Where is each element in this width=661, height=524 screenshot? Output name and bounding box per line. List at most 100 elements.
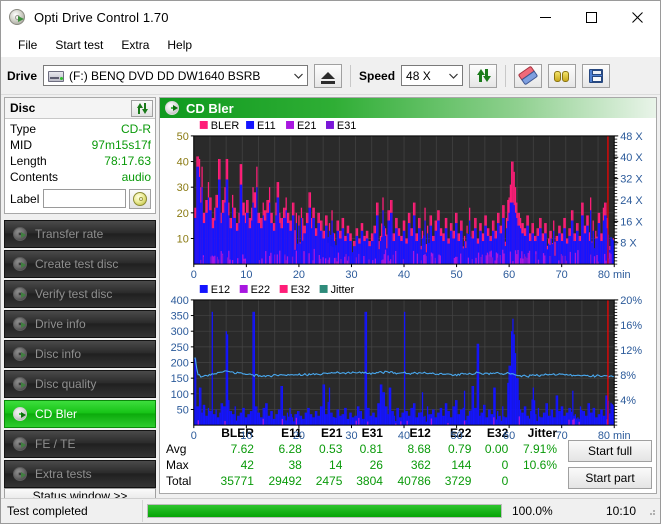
- stats-cell: 7.62: [211, 441, 259, 457]
- sidebar-item-cd-bler[interactable]: CD Bler: [4, 400, 156, 428]
- svg-text:30: 30: [345, 269, 357, 281]
- stats-cell: 3804: [347, 473, 388, 489]
- svg-text:70: 70: [556, 430, 568, 442]
- disc-row-key: Contents: [10, 170, 58, 184]
- disc-label-row: Label: [10, 188, 151, 209]
- binoculars-icon: [554, 69, 570, 83]
- disc-verify-icon: [12, 287, 29, 302]
- sidebar-item-verify-test-disc[interactable]: Verify test disc: [4, 280, 156, 308]
- minimize-icon[interactable]: [522, 1, 568, 33]
- cd-disc-icon: [133, 192, 147, 206]
- stats-row-label: Total: [164, 473, 211, 489]
- svg-text:300: 300: [171, 326, 189, 338]
- svg-text:48 X: 48 X: [620, 131, 643, 143]
- e12-jitter-chart[interactable]: E12E22E32Jitter501001502002503003504004%…: [162, 284, 654, 443]
- sidebar-item-disc-info[interactable]: Disc info: [4, 340, 156, 368]
- svg-text:80 min: 80 min: [598, 269, 631, 281]
- refresh-button[interactable]: [469, 64, 497, 88]
- sidebar-item-transfer-rate[interactable]: Transfer rate: [4, 220, 156, 248]
- menu-file[interactable]: File: [9, 35, 46, 55]
- close-icon[interactable]: [614, 1, 660, 33]
- toolbar-divider: [505, 65, 506, 87]
- chevron-down-icon: [445, 66, 462, 85]
- disc-label-input[interactable]: [43, 189, 126, 208]
- sidebar-item-label: FE / TE: [35, 437, 75, 451]
- stats-cell: 42: [211, 457, 259, 473]
- svg-text:10: 10: [240, 430, 252, 442]
- svg-text:60: 60: [503, 430, 515, 442]
- start-full-button[interactable]: Start full: [568, 440, 652, 462]
- sidebar-item-fe-te[interactable]: FE / TE: [4, 430, 156, 458]
- svg-text:20: 20: [293, 430, 305, 442]
- scan-button[interactable]: [548, 64, 576, 88]
- disc-row-value: 78:17.63: [104, 154, 151, 168]
- drive-select[interactable]: (F:) BENQ DVD DD DW1640 BSRB: [43, 65, 308, 86]
- chevron-down-icon: [290, 66, 307, 85]
- disc-panel-header: Disc: [5, 98, 155, 119]
- eject-button[interactable]: [314, 64, 342, 88]
- svg-text:30: 30: [345, 430, 357, 442]
- speed-select[interactable]: 48 X: [401, 65, 463, 86]
- disc-row-key: Length: [10, 154, 47, 168]
- svg-text:50: 50: [451, 269, 463, 281]
- svg-text:100: 100: [171, 389, 189, 401]
- disc-panel-rows: Type CD-R MID 97m15s17f Length 78:17.63 …: [5, 119, 155, 213]
- disc-panel: Disc Type CD-R: [4, 97, 156, 214]
- progress-bar: [147, 504, 502, 518]
- app-body: Disc Type CD-R: [1, 95, 660, 498]
- stats-cell: 144: [436, 457, 477, 473]
- sidebar-item-create-test-disc[interactable]: Create test disc: [4, 250, 156, 278]
- bler-chart[interactable]: BLERE11E21E3110203040508 X16 X24 X32 X40…: [162, 120, 654, 282]
- disc-row-contents: Contents audio: [10, 170, 151, 186]
- app-window: Opti Drive Control 1.70 File Start test …: [0, 0, 661, 524]
- stats-cell: 35771: [211, 473, 259, 489]
- svg-text:E32: E32: [291, 284, 310, 296]
- erase-button[interactable]: [514, 64, 542, 88]
- stats-cell: 0.79: [436, 441, 477, 457]
- sidebar-item-label: Drive info: [35, 317, 86, 331]
- sidebar-item-disc-quality[interactable]: Disc quality: [4, 370, 156, 398]
- refresh-icon: [476, 68, 491, 83]
- progress-bar-fill: [148, 505, 501, 517]
- menu-start-test[interactable]: Start test: [46, 35, 112, 55]
- menu-extra[interactable]: Extra: [112, 35, 158, 55]
- stats-cell: 6.28: [259, 441, 307, 457]
- disc-refresh-button[interactable]: [131, 100, 153, 117]
- resize-grip-icon[interactable]: [646, 506, 656, 516]
- disc-row-key: Type: [10, 122, 36, 136]
- maximize-icon[interactable]: [568, 1, 614, 33]
- svg-text:200: 200: [171, 357, 189, 369]
- main-panel: CD Bler BLERE11E21E3110203040508 X16 X24…: [159, 97, 657, 494]
- svg-text:Jitter: Jitter: [331, 284, 355, 296]
- progress-area: [143, 500, 506, 522]
- stats-cell: 7.91%: [513, 441, 562, 457]
- start-part-button[interactable]: Start part: [568, 467, 652, 489]
- sidebar-item-label: Disc quality: [35, 377, 96, 391]
- svg-text:10: 10: [240, 269, 252, 281]
- disc-label-button[interactable]: [129, 189, 151, 209]
- sidebar-item-drive-info[interactable]: Drive info: [4, 310, 156, 338]
- svg-text:16 X: 16 X: [620, 216, 643, 228]
- disc-bler-icon: [12, 407, 29, 422]
- table-row: Avg 7.62 6.28 0.53 0.81 8.68 0.79 0.00 7…: [164, 441, 562, 457]
- status-bar: Test completed 100.0% 10:10: [1, 498, 660, 523]
- svg-text:E21: E21: [297, 120, 316, 132]
- drive-select-value: (F:) BENQ DVD DD DW1640 BSRB: [69, 69, 260, 83]
- sidebar-item-extra-tests[interactable]: Extra tests: [4, 460, 156, 488]
- svg-text:10: 10: [177, 233, 189, 245]
- save-button[interactable]: [582, 64, 610, 88]
- menu-help[interactable]: Help: [158, 35, 201, 55]
- charts-area: BLERE11E21E3110203040508 X16 X24 X32 X40…: [160, 118, 656, 424]
- stats-cell: 0.81: [347, 441, 388, 457]
- disc-label-key: Label: [10, 192, 39, 206]
- disc-scan-icon: [12, 227, 29, 242]
- status-message: Test completed: [3, 500, 143, 522]
- sidebar-item-label: Disc info: [35, 347, 81, 361]
- title-bar: Opti Drive Control 1.70: [1, 1, 660, 33]
- svg-text:8 X: 8 X: [620, 238, 637, 250]
- disc-fete-icon: [12, 437, 29, 452]
- optical-drive-icon: [48, 69, 64, 83]
- svg-text:16%: 16%: [620, 320, 642, 332]
- svg-text:40: 40: [398, 430, 410, 442]
- sidebar-item-label: Transfer rate: [35, 227, 103, 241]
